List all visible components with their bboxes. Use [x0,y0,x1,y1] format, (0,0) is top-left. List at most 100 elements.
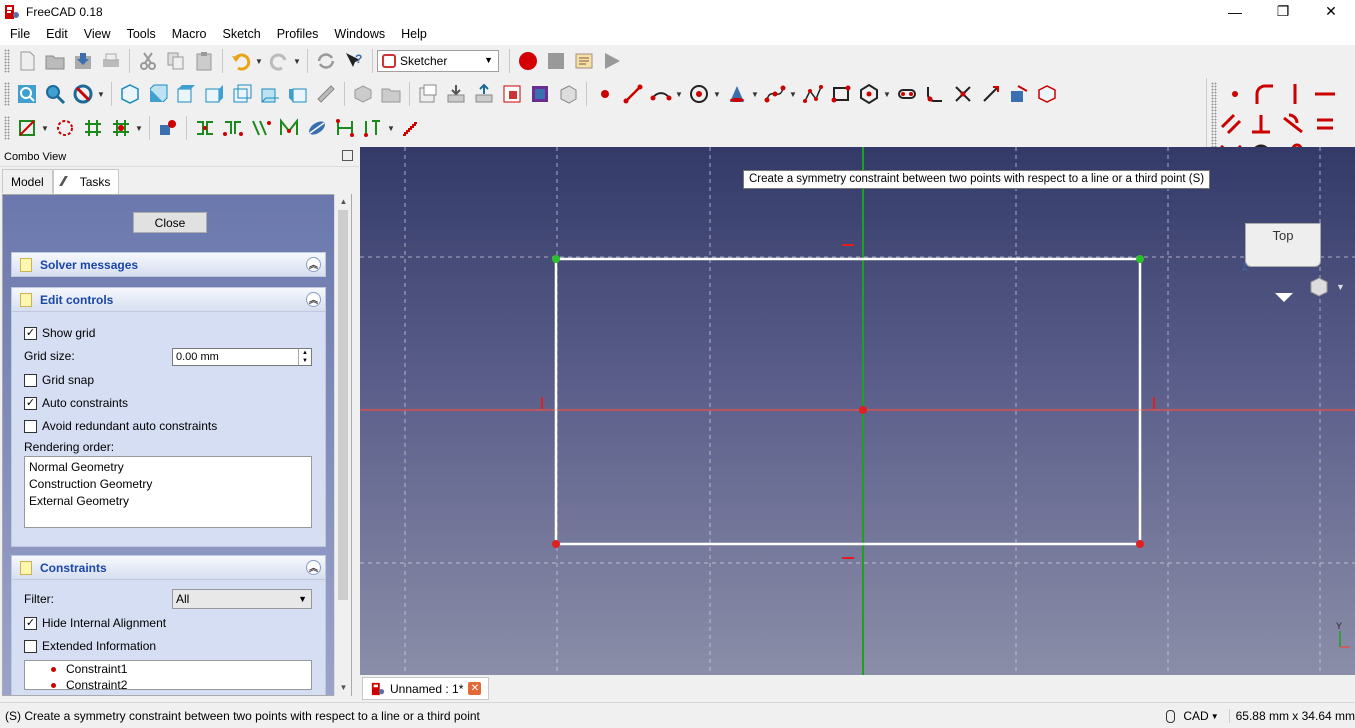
refresh-button[interactable] [312,47,340,75]
constraint-tangent-button[interactable] [1279,110,1307,138]
collapse-icon[interactable]: ︽ [306,560,321,575]
new-file-button[interactable] [13,47,41,75]
toggle-construction-button[interactable] [13,114,41,142]
minimize-button[interactable]: — [1211,0,1259,23]
constraint-perpendicular-button[interactable] [1247,110,1275,138]
view-bottom-button[interactable] [256,80,284,108]
create-group-button[interactable] [377,80,405,108]
save-button[interactable] [69,47,97,75]
create-bspline-button[interactable] [761,80,789,108]
menu-file[interactable]: File [2,23,38,45]
fit-selection-button[interactable] [41,80,69,108]
list-item[interactable]: Constraint2 [25,677,311,689]
construction-dropdown-icon[interactable]: ▼ [41,124,49,133]
view-isometric-button[interactable] [116,80,144,108]
connect-edges-button[interactable] [79,114,107,142]
measure-button[interactable] [312,80,340,108]
cut-button[interactable] [134,47,162,75]
validate-sketch-button[interactable] [154,114,182,142]
create-slot-button[interactable] [893,80,921,108]
carbon-copy-button[interactable] [1033,80,1061,108]
constraint-point-on-object-button[interactable] [1251,80,1279,108]
undo-button[interactable] [227,47,255,75]
polygon-dropdown-icon[interactable]: ▼ [883,90,891,99]
list-item[interactable]: Construction Geometry [29,476,307,493]
restore-button[interactable]: ❐ [1259,0,1307,23]
view-front-button[interactable] [144,80,172,108]
create-rectangle-button[interactable] [827,80,855,108]
menu-edit[interactable]: Edit [38,23,76,45]
create-circle-button[interactable] [685,80,713,108]
solver-messages-header[interactable]: Solver messages ︽ [11,252,326,277]
sketch-rectangle[interactable] [554,257,1142,546]
copy-button[interactable] [162,47,190,75]
macros-button[interactable] [570,47,598,75]
navigation-cube[interactable]: Top [1245,223,1321,267]
view-sketch-button[interactable] [470,80,498,108]
list-item[interactable]: Normal Geometry [29,459,307,476]
bspline-dropdown-icon[interactable]: ▼ [789,90,797,99]
grid-size-input[interactable]: 0.00 mm ▲ ▼ [172,348,312,366]
vertex-point[interactable] [1136,255,1144,263]
scroll-down-icon[interactable]: ▼ [335,680,352,696]
menu-view[interactable]: View [76,23,119,45]
navcube-menu-dropdown-icon[interactable]: ▼ [1336,282,1345,292]
draw-style-button[interactable] [69,80,97,108]
list-item[interactable]: External Geometry [29,493,307,510]
vertex-point[interactable] [1136,540,1144,548]
trim-edge-button[interactable] [949,80,977,108]
auto-constraints-row[interactable]: ✓ Auto constraints [24,396,128,410]
delete-internal-button[interactable] [331,114,359,142]
menu-help[interactable]: Help [393,23,435,45]
spinner-arrows-icon[interactable]: ▲ ▼ [298,349,311,365]
scrollbar-thumb[interactable] [338,210,348,600]
clone-tool-button[interactable] [219,114,247,142]
vertex-point[interactable] [552,540,560,548]
view-right-button[interactable] [200,80,228,108]
conic-dropdown-icon[interactable]: ▼ [751,90,759,99]
grid-snap-checkbox[interactable] [24,373,37,387]
select-constraints-button[interactable] [107,114,135,142]
rendering-order-list[interactable]: Normal Geometry Construction Geometry Ex… [24,456,312,528]
undo-dropdown-icon[interactable]: ▼ [255,57,263,66]
constraints-header[interactable]: Constraints ︽ [11,555,326,580]
menu-windows[interactable]: Windows [326,23,393,45]
toolbar-grip[interactable] [4,82,10,106]
menu-macro[interactable]: Macro [164,23,215,45]
list-item[interactable]: Constraint1 [25,661,311,677]
stop-macro-button[interactable] [542,47,570,75]
origin-point[interactable] [859,406,867,414]
external-geometry-button[interactable] [1005,80,1033,108]
grid-snap-row[interactable]: Grid snap [24,373,94,387]
filter-select[interactable]: All ▼ [172,589,312,609]
draw-style-dropdown-icon[interactable]: ▼ [97,90,105,99]
3d-viewport[interactable]: Y [360,147,1355,675]
view-left-button[interactable] [284,80,312,108]
close-shape-button[interactable] [51,114,79,142]
view-rear-button[interactable] [228,80,256,108]
extended-info-checkbox[interactable] [24,639,37,653]
select-dropdown-icon[interactable]: ▼ [135,124,143,133]
whats-this-button[interactable]: ? [340,47,368,75]
extended-info-row[interactable]: Extended Information [24,639,156,653]
redo-button[interactable] [265,47,293,75]
create-arc-button[interactable] [647,80,675,108]
workbench-selector[interactable]: Sketcher ▼ [377,50,499,72]
constraint-coincident-button[interactable] [1221,80,1249,108]
create-polyline-button[interactable] [799,80,827,108]
undock-icon[interactable] [342,150,353,161]
menu-profiles[interactable]: Profiles [269,23,327,45]
vertex-point[interactable] [552,255,560,263]
toolbar-grip[interactable] [4,49,10,73]
open-file-button[interactable] [41,47,69,75]
circle-dropdown-icon[interactable]: ▼ [713,90,721,99]
hide-internal-checkbox[interactable]: ✓ [24,616,37,630]
task-panel-scrollbar[interactable]: ▲ ▼ [334,194,351,696]
avoid-redundant-row[interactable]: Avoid redundant auto constraints [24,419,217,433]
close-tab-icon[interactable]: ✕ [468,682,482,695]
collapse-icon[interactable]: ︽ [306,257,321,272]
map-sketch-button[interactable] [526,80,554,108]
edit-controls-header[interactable]: Edit controls ︽ [11,287,326,312]
reorient-sketch-button[interactable] [554,80,582,108]
new-sketch-button[interactable] [414,80,442,108]
